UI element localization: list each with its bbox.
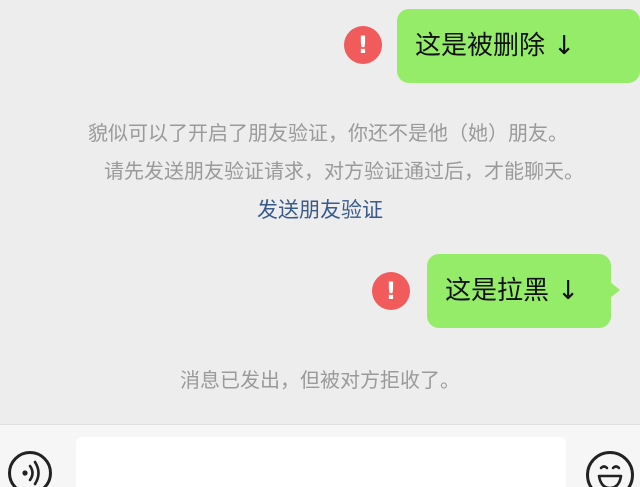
voice-waves-icon bbox=[22, 460, 40, 486]
emoji-icon[interactable] bbox=[586, 451, 634, 487]
message-input[interactable] bbox=[76, 437, 566, 487]
system-notice-friend-verify-line2: 请先发送朋友验证请求，对方验证通过后，才能聊天。 bbox=[104, 159, 584, 183]
smiley-face-icon bbox=[597, 465, 623, 487]
message-bubble-blocked[interactable]: 这是拉黑 ↓ bbox=[427, 254, 620, 328]
chat-input-bar bbox=[0, 424, 640, 487]
voice-icon[interactable] bbox=[8, 451, 52, 487]
message-text: 这是拉黑 ↓ bbox=[445, 276, 580, 306]
send-failed-error-icon[interactable]: ! bbox=[344, 26, 382, 64]
chat-screen: ! 这是被删除 ↓ 貌似可以了开启了朋友验证，你还不是他（她）朋友。 请先发送朋… bbox=[0, 0, 640, 487]
bubble-tail bbox=[610, 282, 620, 298]
message-text: 这是被删除 ↓ bbox=[415, 31, 576, 61]
send-failed-error-icon[interactable]: ! bbox=[372, 272, 410, 310]
send-friend-verification-link[interactable]: 发送朋友验证 bbox=[0, 194, 640, 224]
system-notice-friend-verify-line1: 貌似可以了开启了朋友验证，你还不是他（她）朋友。 bbox=[88, 121, 568, 145]
system-notice-message-rejected: 消息已发出，但被对方拒收了。 bbox=[180, 368, 460, 392]
message-bubble-deleted[interactable]: 这是被删除 ↓ bbox=[397, 9, 640, 83]
